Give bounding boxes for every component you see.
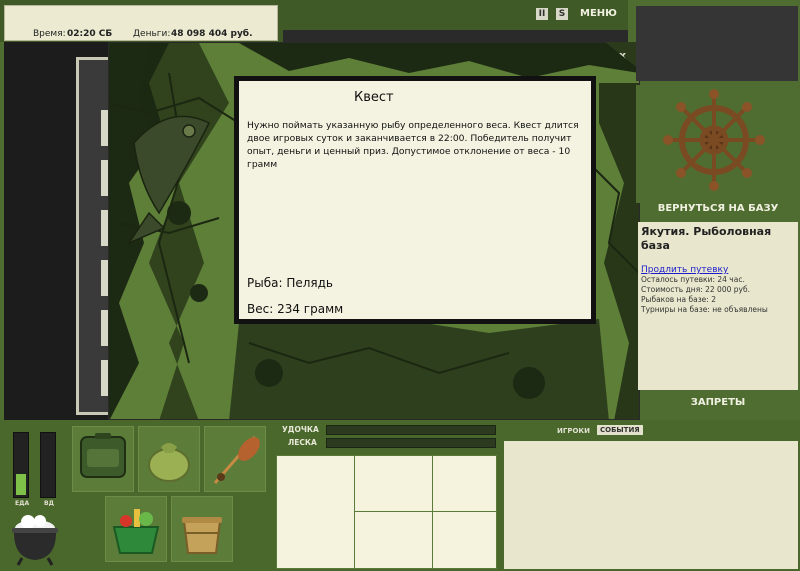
- grid-cell[interactable]: [432, 511, 497, 569]
- inventory-slot[interactable]: [105, 496, 167, 562]
- inventory-slot[interactable]: [72, 426, 134, 492]
- status-box: Время: 02:20 СБ Деньги: 48 098 404 руб.: [4, 5, 278, 41]
- ship-wheel-area: [636, 85, 798, 203]
- time-value: 02:20 СБ: [67, 29, 113, 39]
- base-info-panel: Якутия. Рыболовная база Продлить путевку…: [638, 222, 798, 390]
- ship-wheel-icon[interactable]: [636, 85, 798, 203]
- food-meter: [13, 432, 29, 498]
- menu-button[interactable]: МЕНЮ: [580, 8, 617, 19]
- grid-cell[interactable]: [354, 455, 433, 512]
- inventory-slot[interactable]: [138, 426, 200, 492]
- food-label: ЕДА: [15, 500, 30, 507]
- drink-meter: [40, 432, 56, 498]
- line-label: ЛЕСКА: [288, 438, 317, 447]
- fish-tank-grid: [276, 455, 497, 569]
- food-meter-fill: [16, 474, 26, 495]
- grocery-basket-icon: [112, 509, 160, 554]
- cauldron-icon[interactable]: [8, 510, 62, 566]
- top-dark-strip: [283, 30, 628, 42]
- day-cost: Стоимость дня: 22 000 руб.: [641, 285, 750, 294]
- grid-cell[interactable]: [276, 455, 355, 569]
- tournaments-status: Турниры на базе: не объявлены: [641, 305, 768, 314]
- drink-label: ВД: [44, 500, 54, 507]
- tab-players[interactable]: ИГРОКИ: [557, 427, 590, 435]
- base-title: Якутия. Рыболовная база: [641, 225, 772, 252]
- quest-weight: Вес: 234 грамм: [247, 302, 344, 316]
- grid-cell[interactable]: [354, 511, 433, 569]
- line-bar: [326, 438, 496, 448]
- rod-label: УДОЧКА: [282, 425, 319, 434]
- sack-icon: [148, 443, 190, 482]
- permit-remaining: Осталось путевки: 24 час.: [641, 275, 745, 284]
- spoon-bait-icon: [213, 436, 260, 484]
- rod-bar: [326, 425, 496, 435]
- anglers-on-base: Рыбаков на базе: 2: [641, 295, 716, 304]
- money-label: Деньги:: [133, 29, 171, 39]
- money-value: 48 098 404 руб.: [171, 29, 253, 39]
- extend-permit-link[interactable]: Продлить путевку: [641, 265, 795, 275]
- quest-dialog: Квест Нужно поймать указанную рыбу опред…: [234, 76, 596, 324]
- events-panel: [504, 441, 798, 569]
- quest-title: Квест: [354, 90, 394, 105]
- time-label: Время:: [33, 29, 66, 39]
- grid-cell[interactable]: [432, 455, 497, 512]
- bans-button[interactable]: ЗАПРЕТЫ: [640, 397, 796, 408]
- quest-dialog-body: Квест Нужно поймать указанную рыбу опред…: [239, 81, 591, 319]
- right-top-panel: [636, 6, 798, 81]
- inventory-slot[interactable]: [204, 426, 266, 492]
- back-to-base-button[interactable]: ВЕРНУТЬСЯ НА БАЗУ: [640, 203, 796, 219]
- quest-description: Нужно поймать указанную рыбу определенно…: [247, 120, 579, 170]
- quest-fish: Рыба: Пелядь: [247, 276, 333, 290]
- backpack-icon: [80, 433, 126, 478]
- sound-button[interactable]: S: [556, 8, 568, 20]
- left-frame: [76, 57, 111, 415]
- inventory-slot[interactable]: [171, 496, 233, 562]
- pause-button[interactable]: II: [536, 8, 548, 20]
- tab-events[interactable]: СОБЫТИЯ: [597, 425, 643, 435]
- bucket-icon: [182, 517, 222, 554]
